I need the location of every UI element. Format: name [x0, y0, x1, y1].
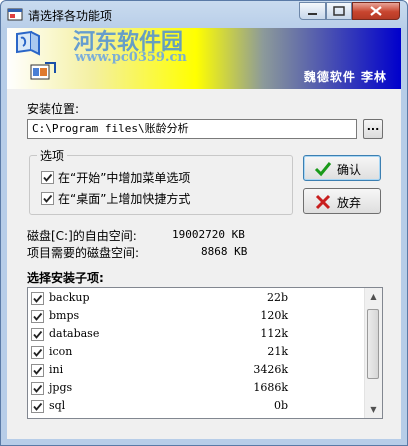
checkmark-icon: [33, 330, 43, 339]
component-size: 120k: [260, 309, 288, 322]
list-scrollbar[interactable]: ▲ ▼: [364, 288, 382, 418]
component-checkbox[interactable]: [31, 328, 44, 341]
banner-author: 魏德软件 李林: [303, 70, 387, 84]
component-name: database: [49, 327, 100, 340]
component-name: backup: [49, 291, 90, 304]
logo-icon: [16, 30, 40, 56]
component-name: icon: [49, 345, 73, 358]
setup-icon: [30, 62, 56, 80]
minimize-button[interactable]: [299, 2, 326, 20]
options-group-label: 选项: [37, 147, 68, 164]
component-name: ini: [49, 363, 64, 376]
cancel-button[interactable]: 放弃: [303, 188, 381, 214]
list-item[interactable]: database 112k: [28, 326, 360, 344]
components-list[interactable]: backup 22b bmps 120k database 112k icon …: [27, 287, 383, 419]
component-size: 0b: [273, 399, 288, 412]
window-title: 请选择各功能项: [28, 9, 113, 23]
checkmark-icon: [43, 194, 53, 203]
free-space-label: 磁盘[C:]的自由空间:: [27, 229, 137, 243]
component-size: 21k: [267, 345, 288, 358]
scroll-thumb[interactable]: [367, 309, 379, 379]
free-space-value: 19002720 KB: [172, 228, 245, 241]
component-name: jpgs: [49, 381, 73, 394]
required-space-value: 8868 KB: [201, 245, 248, 258]
component-checkbox[interactable]: [31, 382, 44, 395]
scroll-up-arrow-icon[interactable]: ▲: [365, 288, 382, 305]
check-icon: [314, 162, 332, 177]
component-size: 112k: [260, 327, 288, 340]
dialog-body: 安装位置: C:\Program files\账龄分析 ... 选项 在“开始”…: [7, 89, 401, 439]
list-item[interactable]: bmps 120k: [28, 308, 360, 326]
maximize-button[interactable]: [326, 2, 352, 20]
component-name: bmps: [49, 309, 80, 322]
x-icon: [315, 194, 331, 210]
watermark-url: www.pc0359.cn: [75, 50, 187, 65]
component-size: 3426k: [253, 363, 288, 376]
app-icon: [7, 8, 23, 21]
checkmark-icon: [33, 384, 43, 393]
component-checkbox[interactable]: [31, 292, 44, 305]
browse-button[interactable]: ...: [363, 119, 383, 139]
install-location-label: 安装位置:: [27, 102, 80, 116]
confirm-label: 确认: [337, 163, 362, 177]
checkmark-icon: [33, 348, 43, 357]
checkmark-icon: [33, 294, 43, 303]
option-start-menu[interactable]: 在“开始”中增加菜单选项: [41, 169, 190, 185]
close-icon: [370, 6, 382, 16]
component-checkbox[interactable]: [31, 346, 44, 359]
component-size: 1686k: [253, 381, 288, 394]
list-item[interactable]: icon 21k: [28, 344, 360, 362]
close-button[interactable]: [352, 2, 400, 20]
desktop-shortcut-label: 在“桌面”上增加快捷方式: [58, 192, 191, 206]
option-desktop-shortcut[interactable]: 在“桌面”上增加快捷方式: [41, 190, 190, 206]
list-item[interactable]: jpgs 1686k: [28, 380, 360, 398]
checkmark-icon: [33, 366, 43, 375]
list-item[interactable]: backup 22b: [28, 290, 360, 308]
component-checkbox[interactable]: [31, 310, 44, 323]
components-label: 选择安装子项:: [27, 271, 104, 285]
component-checkbox[interactable]: [31, 364, 44, 377]
minimize-icon: [308, 13, 317, 15]
maximize-icon: [333, 6, 345, 16]
banner: 河东软件园 www.pc0359.cn 魏德软件 李林: [7, 28, 401, 89]
cancel-label: 放弃: [337, 196, 362, 210]
list-item[interactable]: sql 0b: [28, 398, 360, 416]
install-path-input[interactable]: C:\Program files\账龄分析: [27, 119, 357, 139]
list-item[interactable]: ini 3426k: [28, 362, 360, 380]
installer-window: 请选择各功能项 河东软件园 www.pc0359.cn 魏德软件 李林 安装位置…: [0, 0, 408, 446]
component-checkbox[interactable]: [31, 400, 44, 413]
start-menu-label: 在“开始”中增加菜单选项: [58, 171, 191, 185]
component-size: 22b: [266, 291, 288, 304]
required-space-label: 项目需要的磁盘空间:: [27, 246, 140, 260]
scroll-down-arrow-icon[interactable]: ▼: [365, 401, 382, 418]
confirm-button[interactable]: 确认: [303, 155, 381, 181]
checkmark-icon: [43, 173, 53, 182]
desktop-shortcut-checkbox[interactable]: [41, 192, 54, 205]
checkmark-icon: [33, 312, 43, 321]
checkmark-icon: [33, 402, 43, 411]
title-bar[interactable]: 请选择各功能项: [1, 1, 407, 28]
start-menu-checkbox[interactable]: [41, 171, 54, 184]
component-name: sql: [49, 399, 66, 412]
